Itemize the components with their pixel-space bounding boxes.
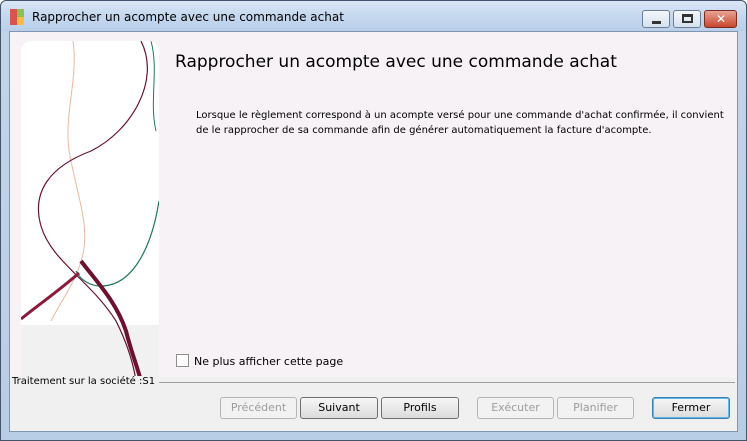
window-title: Rapprocher un acompte avec une commande … (32, 10, 344, 24)
close-icon: ✕ (716, 12, 727, 26)
app-icon (10, 9, 26, 25)
wizard-content: Rapprocher un acompte avec une commande … (10, 32, 737, 381)
page-title: Rapprocher un acompte avec une commande … (175, 52, 617, 72)
wizard-client-area: Rapprocher un acompte avec une commande … (9, 31, 738, 432)
footer-divider (151, 382, 735, 383)
minimize-button[interactable] (642, 10, 670, 28)
maximize-icon (682, 14, 693, 23)
minimize-icon (652, 21, 661, 24)
wizard-window: Rapprocher un acompte avec une commande … (0, 0, 747, 441)
decorative-side-panel (21, 41, 159, 381)
hide-page-checkbox[interactable] (176, 354, 189, 367)
execute-button[interactable]: Exécuter (477, 397, 554, 419)
next-button[interactable]: Suivant (300, 397, 378, 419)
close-button[interactable]: Fermer (652, 397, 730, 419)
title-bar[interactable]: Rapprocher un acompte avec une commande … (1, 1, 746, 31)
company-label: Traitement sur la société :S1 (12, 376, 160, 387)
previous-button[interactable]: Précédent (220, 397, 297, 419)
schedule-button[interactable]: Planifier (557, 397, 634, 419)
profiles-button[interactable]: Profils (381, 397, 459, 419)
hide-page-label[interactable]: Ne plus afficher cette page (194, 355, 343, 368)
maximize-button[interactable] (673, 10, 701, 28)
decorative-curves-image (21, 41, 159, 381)
page-description: Lorsque le règlement correspond à un aco… (196, 110, 724, 136)
close-window-button[interactable]: ✕ (704, 10, 737, 28)
